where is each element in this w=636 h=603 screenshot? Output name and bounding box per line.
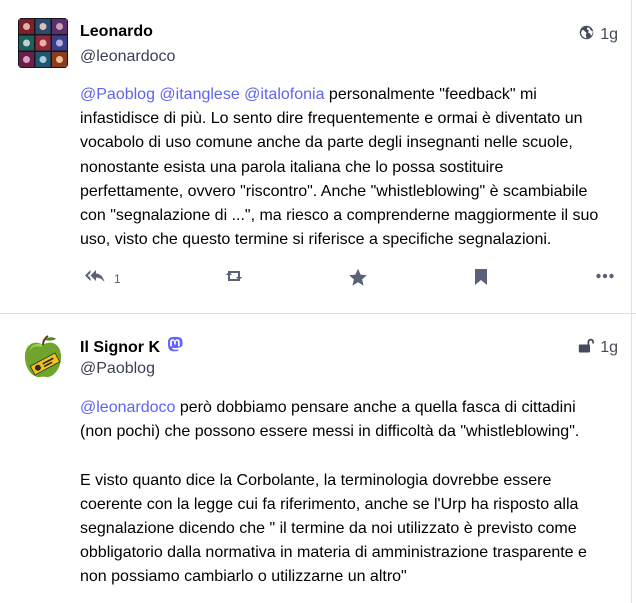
post-meta[interactable]: 1g [579,25,618,45]
avatar[interactable] [18,332,68,382]
timeline: Leonardo @leonardoco 1g @Paoblog @itangl… [0,0,636,603]
mastodon-icon [166,336,183,359]
avatar[interactable] [18,18,68,68]
mention-link[interactable]: @italofonia [244,86,324,103]
star-icon [348,268,368,290]
bookmark-icon [474,268,488,289]
bookmark-button[interactable] [474,268,488,289]
display-name[interactable]: Leonardo [80,23,153,41]
unlock-icon [578,338,595,358]
post-meta[interactable]: 1g [578,338,618,358]
more-icon [596,268,614,282]
post-actions: 1 [80,268,620,294]
display-name-row: Il Signor K [80,336,183,359]
retweet-icon [224,268,244,287]
post-time[interactable]: 1g [600,26,618,44]
mention-link[interactable]: @leonardoco [80,399,175,416]
mention-link[interactable]: @Paoblog [80,86,155,103]
post-content: @Paoblog @itanglese @italofonia personal… [80,83,610,252]
account-handle[interactable]: @Paoblog [80,360,155,378]
status-post[interactable]: Il Signor K @Paoblog 1g @leonardoco però… [0,314,632,603]
favourite-button[interactable] [348,268,368,290]
more-options-button[interactable] [596,268,614,282]
reply-count: 1 [114,271,121,286]
boost-button[interactable] [224,268,244,287]
globe-icon [579,25,594,45]
status-post[interactable]: Leonardo @leonardoco 1g @Paoblog @itangl… [0,0,632,310]
reply-button[interactable]: 1 [84,268,121,289]
display-name[interactable]: Il Signor K [80,339,160,357]
post-content: @leonardoco però dobbiamo pensare anche … [80,396,610,590]
post-time[interactable]: 1g [600,339,618,357]
post-text: personalmente "feedback" mi infastidisce… [80,86,599,249]
account-handle[interactable]: @leonardoco [80,48,175,66]
post-text-paragraph: E visto quanto dice la Corbolante, la te… [80,471,587,586]
mention-link[interactable]: @itanglese [159,86,239,103]
reply-all-icon [84,268,106,289]
